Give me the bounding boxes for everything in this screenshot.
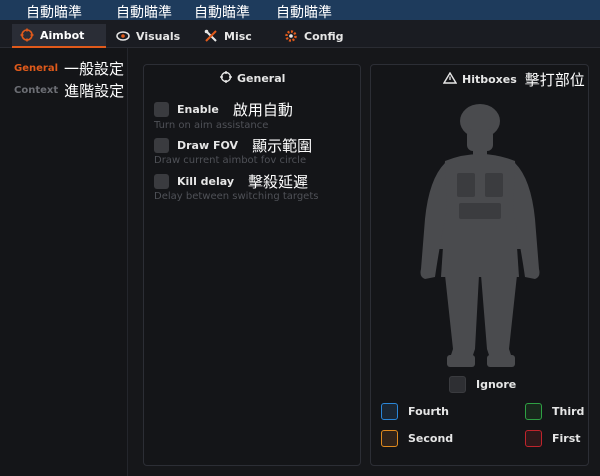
option-translation: 顯示範圍 [252, 137, 313, 155]
general-panel-title: General [220, 71, 285, 86]
warning-icon [442, 71, 458, 87]
tab-aimbot[interactable]: Aimbot [12, 24, 106, 48]
soldier-figure[interactable] [405, 99, 555, 369]
option-description: Draw current aimbot fov circle [154, 155, 307, 166]
hitbox-label: First [552, 432, 581, 445]
option-translation: 擊殺延遲 [248, 173, 309, 191]
sidebar-item-general[interactable]: General 一般設定 [14, 58, 124, 79]
option-description: Turn on aim assistance [154, 120, 269, 131]
enable-option: Enable 啟用自動 [154, 99, 293, 120]
tab-label: Config [304, 29, 344, 43]
option-translation: 啟用自動 [232, 101, 293, 119]
annotation-text: 自動瞄準 [116, 5, 172, 21]
third-color-box[interactable] [525, 403, 542, 420]
hitbox-label: Ignore [476, 378, 517, 391]
option-label: Draw FOV [177, 139, 239, 152]
kill-delay-option: Kill delay 擊殺延遲 [154, 171, 308, 192]
option-label: Enable [177, 103, 219, 116]
tab-bar: Aimbot Visuals Misc Config [0, 20, 600, 48]
first-color-box[interactable] [525, 430, 542, 447]
fourth-color-box[interactable] [381, 403, 398, 420]
sidebar-item-label: Context [14, 85, 59, 96]
tools-icon [204, 29, 218, 43]
tab-label: Visuals [136, 29, 181, 43]
kill-delay-checkbox[interactable] [154, 174, 169, 189]
crosshair-icon [20, 28, 34, 42]
hitbox-first: First [525, 430, 581, 447]
hitbox-label: Third [552, 405, 585, 418]
tab-label: Aimbot [40, 28, 85, 42]
sidebar-item-translation: 一般設定 [64, 60, 125, 78]
hitbox-label: Second [408, 432, 454, 445]
gear-icon [284, 29, 298, 43]
crosshair-icon [220, 71, 232, 86]
tab-label: Misc [224, 29, 252, 43]
sidebar-item-label: General [14, 63, 58, 74]
eye-icon [116, 29, 130, 43]
hitbox-fourth: Fourth [381, 403, 449, 420]
hitbox-label: Fourth [408, 405, 449, 418]
sidebar-item-context[interactable]: Context 進階設定 [14, 80, 124, 101]
annotation-text: 自動瞄準 [194, 5, 250, 21]
tab-misc[interactable]: Misc [196, 24, 260, 48]
draw-fov-option: Draw FOV 顯示範圍 [154, 135, 312, 156]
general-panel: General Enable 啟用自動 Turn on aim assistan… [143, 64, 361, 466]
hitboxes-panel-title: Hitboxes 擊打部位 [442, 69, 585, 90]
panel-title-text: Hitboxes [462, 73, 517, 86]
hitbox-ignore: Ignore [449, 376, 516, 393]
tab-config[interactable]: Config [276, 24, 352, 48]
sidebar: General 一般設定 Context 進階設定 [0, 48, 128, 476]
hitbox-second: Second [381, 430, 453, 447]
second-color-box[interactable] [381, 430, 398, 447]
annotation-text: 自動瞄準 [276, 5, 332, 21]
hitboxes-panel: Hitboxes 擊打部位 Ignore Fourth Third Second… [370, 64, 589, 466]
panel-title-text: General [237, 72, 286, 85]
option-description: Delay between switching targets [154, 191, 319, 202]
panel-title-translation: 擊打部位 [524, 71, 585, 89]
tab-visuals[interactable]: Visuals [108, 24, 188, 48]
enable-checkbox[interactable] [154, 102, 169, 117]
option-label: Kill delay [177, 175, 235, 188]
annotation-text: 自動瞄準 [26, 5, 82, 21]
draw-fov-checkbox[interactable] [154, 138, 169, 153]
ignore-checkbox[interactable] [449, 376, 466, 393]
sidebar-item-translation: 進階設定 [64, 82, 125, 100]
hitbox-third: Third [525, 403, 584, 420]
